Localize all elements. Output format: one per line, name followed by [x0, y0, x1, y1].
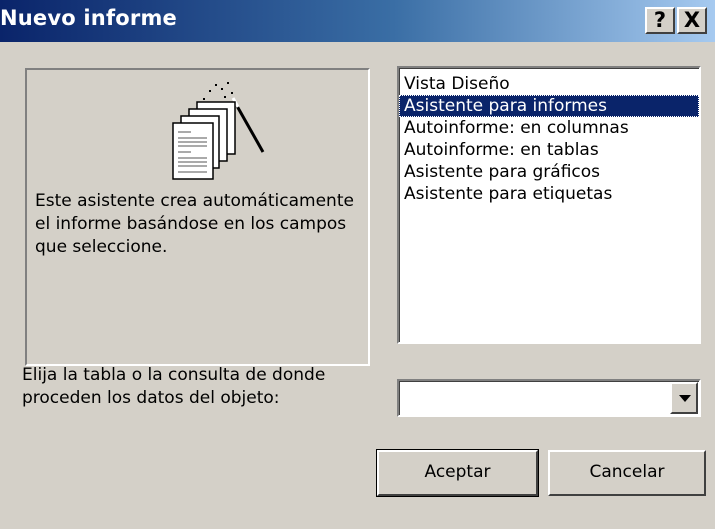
ok-button[interactable]: Aceptar: [376, 449, 539, 497]
preview-panel: Este asistente crea automáticamente el i…: [25, 68, 370, 366]
report-wizard-icon: [172, 82, 265, 180]
new-report-dialog: Nuevo informe ? X Este asistente crea au…: [0, 0, 715, 529]
wizard-description: Este asistente crea automáticamente el i…: [35, 191, 354, 257]
cancel-button-label: Cancelar: [589, 462, 665, 482]
list-item-asistente-informes[interactable]: Asistente para informes: [399, 95, 699, 117]
list-item-autoinforme-tablas[interactable]: Autoinforme: en tablas: [399, 139, 699, 161]
title-bar[interactable]: Nuevo informe ? X: [0, 0, 715, 42]
help-button[interactable]: ?: [645, 7, 675, 34]
list-item-asistente-etiquetas[interactable]: Asistente para etiquetas: [399, 183, 699, 205]
cancel-button[interactable]: Cancelar: [548, 450, 706, 496]
source-prompt-label: Elija la tabla o la consulta de donde pr…: [22, 365, 326, 408]
source-table-select[interactable]: [397, 379, 701, 417]
report-type-list[interactable]: Vista Diseño Asistente para informes Aut…: [397, 66, 701, 344]
list-item-asistente-graficos[interactable]: Asistente para gráficos: [399, 161, 699, 183]
chevron-down-icon[interactable]: [670, 382, 698, 414]
list-item-vista-diseno[interactable]: Vista Diseño: [399, 73, 699, 95]
close-button[interactable]: X: [677, 7, 707, 34]
list-item-autoinforme-columnas[interactable]: Autoinforme: en columnas: [399, 117, 699, 139]
dialog-title: Nuevo informe: [0, 6, 177, 30]
ok-button-label: Aceptar: [424, 462, 491, 482]
